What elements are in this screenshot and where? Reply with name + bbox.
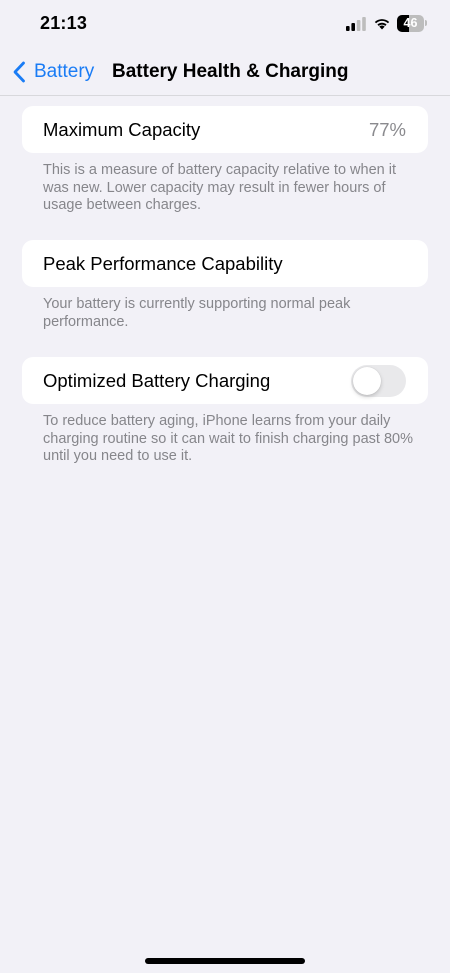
back-button-label: Battery [34,61,95,82]
status-bar: 21:13 46 [0,0,450,48]
maximum-capacity-row: Maximum Capacity 77% [22,106,428,153]
maximum-capacity-value: 77% [368,119,406,140]
wifi-icon [374,19,390,30]
maximum-capacity-footnote: This is a measure of battery capacity re… [43,162,396,213]
back-button[interactable]: Battery [12,58,94,86]
home-indicator [145,958,305,964]
optimized-charging-toggle[interactable] [351,365,406,397]
battery-level: 46 [403,16,418,30]
chevron-left-icon [13,61,25,83]
status-time: 21:13 [40,13,88,33]
battery-body: 46 [397,15,424,32]
page-title: Battery Health & Charging [112,61,349,82]
maximum-capacity-label: Maximum Capacity [43,119,201,140]
peak-performance-footnote: Your battery is currently supporting nor… [43,296,351,330]
optimized-charging-footnote: To reduce battery aging, iPhone learns f… [43,413,413,464]
peak-performance-label: Peak Performance Capability [43,253,283,274]
signal-icon [346,17,366,31]
battery-icon: 46 [397,15,427,32]
peak-performance-row[interactable]: Peak Performance Capability [22,240,428,287]
optimized-charging-label: Optimized Battery Charging [43,370,271,391]
optimized-charging-row: Optimized Battery Charging [22,357,428,404]
toggle-knob [353,367,381,395]
battery-cap [425,20,427,26]
navigation-bar: Battery Battery Health & Charging [0,48,450,96]
